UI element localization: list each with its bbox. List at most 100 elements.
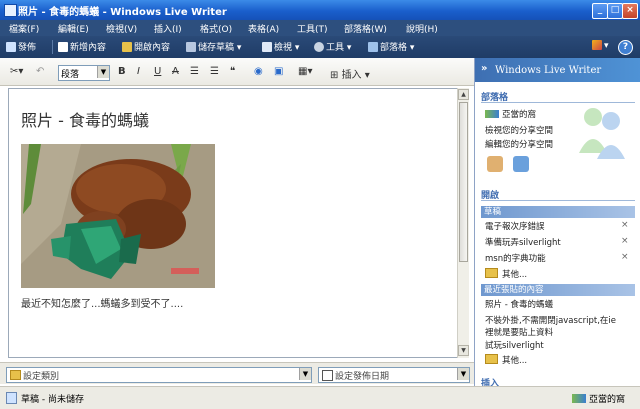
paragraph-style-select[interactable]: 段落 ▼	[58, 65, 110, 81]
preview-button[interactable]: 檢視 ▾	[262, 40, 299, 53]
remove-draft-icon[interactable]: ×	[621, 220, 629, 230]
publish-date-field[interactable]: 設定發佈日期 ▼	[318, 367, 470, 383]
blogs-button[interactable]: 部落格 ▾	[368, 40, 414, 53]
bullet-list-icon[interactable]: ☰	[210, 66, 219, 77]
chevron-down-icon[interactable]: ▼	[299, 368, 311, 380]
publish-button[interactable]: 發佈	[6, 40, 36, 53]
menu-file[interactable]: 檔案(F)	[9, 22, 39, 35]
numbered-list-icon[interactable]: ☰	[190, 66, 199, 77]
tools-button[interactable]: 工具 ▾	[314, 40, 351, 53]
insert-menu-label: 插入	[341, 70, 362, 81]
minimize-button[interactable]: _	[592, 3, 608, 19]
undo-icon[interactable]: ↶	[36, 66, 44, 77]
stats-icon[interactable]	[513, 156, 529, 172]
menu-bar: 檔案(F) 編輯(E) 檢視(V) 插入(I) 格式(O) 表格(A) 工具(T…	[0, 20, 640, 36]
publish-date-placeholder: 設定發佈日期	[335, 372, 390, 382]
close-button[interactable]: ×	[622, 3, 638, 19]
edit-space-link[interactable]: 編輯您的分享空間	[485, 138, 553, 150]
publish-label: 發佈	[18, 43, 37, 53]
blogs-label: 部落格	[380, 43, 408, 53]
post-body-text[interactable]: 最近不知怎麼了...螞蟻多到受不了....	[21, 295, 183, 310]
main-toolbar: 發佈 新增內容 開啟內容 儲存草稿 ▾ 檢視 ▾ 工具 ▾ 部落格 ▾ ▾ ?	[0, 36, 640, 58]
remove-draft-icon[interactable]: ×	[621, 252, 629, 262]
sidebar: » Windows Live Writer 部落格 亞當的窩 檢視您的分享空間 …	[474, 58, 640, 386]
draft-status: 草稿 - 尚未儲存	[6, 392, 84, 405]
picture-icon[interactable]: ▣	[274, 66, 283, 77]
blog-name-link[interactable]: 亞當的窩	[485, 108, 536, 120]
section-divider	[481, 102, 635, 103]
blog-icon	[485, 110, 499, 118]
preview-icon	[262, 42, 272, 52]
menu-help[interactable]: 說明(H)	[406, 22, 438, 35]
category-field[interactable]: 設定類別 ▼	[6, 367, 312, 383]
title-bar: 照片 - 食毒的螞蟻 - Windows Live Writer _ □ ×	[0, 0, 640, 20]
recent-posts-header: 最近張貼的內容	[481, 284, 635, 296]
new-document-icon	[58, 42, 68, 52]
toolbar-separator	[52, 40, 53, 54]
editor-canvas[interactable]: 照片 - 食毒的螞蟻 最近不知怎麼了...螞蟻多到受不了....	[8, 88, 458, 358]
preview-label: 檢視	[274, 43, 293, 53]
chevron-down-icon: ▼	[97, 66, 109, 78]
category-placeholder: 設定類別	[23, 372, 60, 382]
menu-tools[interactable]: 工具(T)	[297, 22, 328, 35]
editor-vertical-scrollbar[interactable]: ▲ ▼	[457, 88, 469, 358]
chevron-down-icon[interactable]: ▼	[457, 368, 469, 380]
recent-post-item[interactable]: 試玩silverlight	[485, 339, 544, 351]
scroll-down-icon[interactable]: ▼	[458, 345, 469, 356]
new-post-button[interactable]: 新增內容	[58, 40, 106, 53]
view-space-link[interactable]: 檢視您的分享空間	[485, 124, 553, 136]
post-photo[interactable]	[21, 144, 215, 288]
draft-item[interactable]: 電子報次序錯誤	[485, 220, 545, 232]
blockquote-icon[interactable]: ❝	[230, 66, 235, 77]
help-button[interactable]: ?	[618, 40, 633, 55]
folder-icon	[122, 42, 132, 52]
current-blog-status[interactable]: 亞當的窩	[572, 392, 625, 405]
cut-icon[interactable]: ✂▾	[10, 66, 23, 77]
table-icon[interactable]: ▦▾	[298, 66, 312, 77]
save-draft-label: 儲存草稿	[198, 43, 235, 53]
current-blog-name: 亞當的窩	[589, 395, 626, 405]
menu-insert[interactable]: 插入(I)	[154, 22, 182, 35]
underline-button[interactable]: U	[154, 66, 161, 77]
ant-photo-image	[21, 144, 215, 288]
recent-post-item[interactable]: 照片 - 食毒的螞蟻	[485, 298, 553, 310]
hyperlink-icon[interactable]: ◉	[254, 66, 263, 77]
post-title[interactable]: 照片 - 食毒的螞蟻	[21, 107, 149, 131]
remove-draft-icon[interactable]: ×	[621, 236, 629, 246]
more-recent-label: 其他...	[502, 356, 528, 366]
menu-format[interactable]: 格式(O)	[200, 22, 232, 35]
window-title: 照片 - 食毒的螞蟻 - Windows Live Writer	[18, 7, 227, 18]
open-post-button[interactable]: 開啟內容	[122, 40, 170, 53]
more-drafts-link[interactable]: 其他...	[485, 268, 527, 280]
publish-date-checkbox[interactable]	[322, 370, 333, 381]
recent-post-item[interactable]: 不裝外掛,不需開閉javascript,在ie	[485, 314, 616, 326]
strikethrough-button[interactable]: A	[172, 66, 179, 77]
status-bar: 草稿 - 尚未儲存 亞當的窩	[0, 386, 640, 409]
contacts-icon[interactable]	[487, 156, 503, 172]
tools-label: 工具	[326, 43, 345, 53]
scroll-up-icon[interactable]: ▲	[458, 89, 469, 100]
menu-edit[interactable]: 編輯(E)	[58, 22, 89, 35]
save-draft-button[interactable]: 儲存草稿 ▾	[186, 40, 241, 53]
recent-post-item-continued[interactable]: 裡就是要貼上資料	[485, 326, 553, 338]
more-recent-link[interactable]: 其他...	[485, 354, 527, 366]
menu-table[interactable]: 表格(A)	[248, 22, 279, 35]
theme-button[interactable]: ▾	[592, 40, 609, 51]
section-divider	[481, 200, 635, 201]
draft-item[interactable]: msn的字典功能	[485, 252, 546, 264]
italic-button[interactable]: I	[137, 66, 140, 77]
save-icon	[186, 42, 196, 52]
menu-view[interactable]: 檢視(V)	[106, 22, 137, 35]
app-icon	[4, 4, 17, 17]
folder-icon	[485, 268, 498, 278]
maximize-button[interactable]: □	[607, 3, 623, 19]
insert-menu-button[interactable]: ⊞ 插入 ▾	[330, 66, 370, 81]
scroll-thumb[interactable]	[459, 102, 468, 262]
draft-item[interactable]: 準備玩弄silverlight	[485, 236, 561, 248]
folder-icon	[485, 354, 498, 364]
menu-blog[interactable]: 部落格(W)	[344, 22, 387, 35]
blog-icon	[572, 394, 586, 403]
bold-button[interactable]: B	[118, 66, 126, 77]
blog-icon	[368, 42, 378, 52]
collapse-sidebar-icon[interactable]: »	[481, 63, 487, 74]
